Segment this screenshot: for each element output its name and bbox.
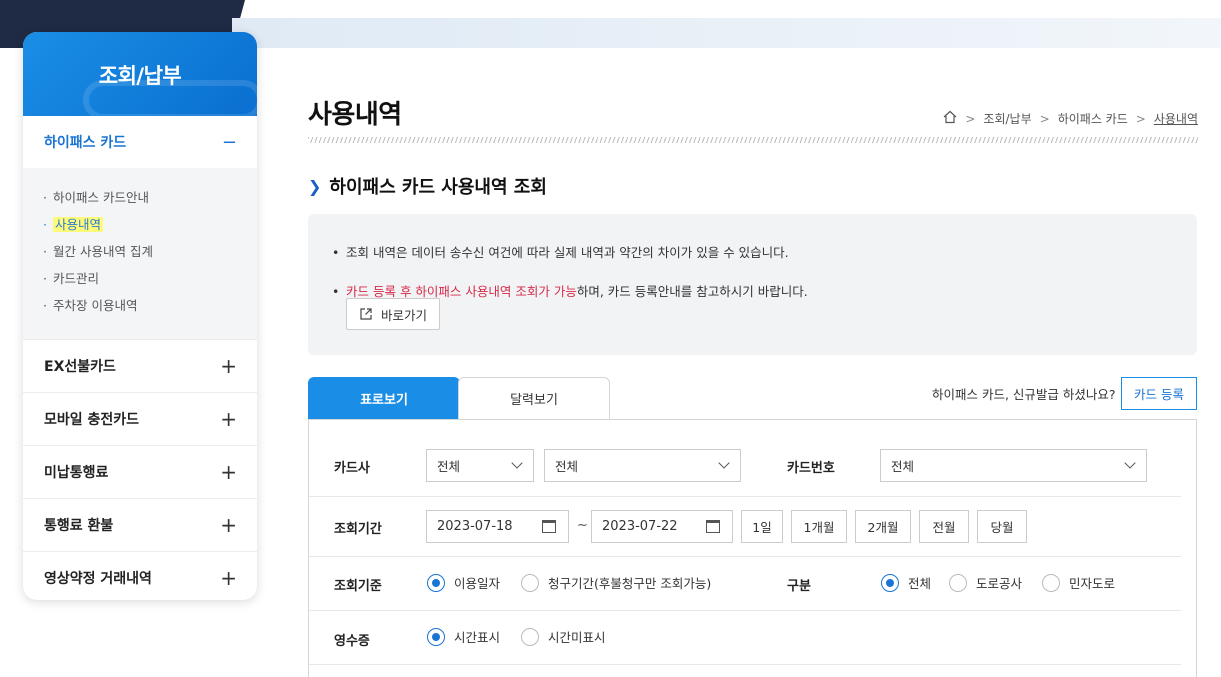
submenu-item-parking-history[interactable]: · 주차장 이용내역 bbox=[43, 292, 257, 319]
new-card-question: 하이패스 카드, 신규발급 하셨나요? bbox=[932, 387, 1116, 402]
end-date-input[interactable]: 2023-07-22 bbox=[591, 510, 733, 543]
submenu-item-monthly-summary[interactable]: · 월간 사용내역 집계 bbox=[43, 238, 257, 265]
expand-icon[interactable]: + bbox=[220, 407, 237, 431]
sidebar-item-label: 하이패스 카드 bbox=[44, 135, 127, 151]
collapse-icon[interactable]: − bbox=[222, 132, 237, 153]
sidebar-item-label: 영상약정 거래내역 bbox=[44, 571, 152, 587]
page-title: 사용내역 bbox=[308, 100, 402, 130]
submenu-item-usage-history[interactable]: · 사용내역 bbox=[43, 211, 257, 238]
radio-use-date[interactable]: 이용일자 bbox=[427, 573, 500, 592]
calendar-icon[interactable] bbox=[706, 520, 720, 533]
period-last-month-button[interactable]: 전월 bbox=[919, 510, 969, 543]
breadcrumb-item[interactable]: 조회/납부 bbox=[983, 110, 1031, 127]
sidebar-item-unpaid-toll[interactable]: 미납통행료 + bbox=[23, 445, 257, 498]
period-2month-button[interactable]: 2개월 bbox=[855, 510, 911, 543]
period-1day-button[interactable]: 1일 bbox=[741, 510, 783, 543]
section-title: 하이패스 카드 사용내역 조회 bbox=[329, 177, 547, 198]
sidebar-item-label: 미납통행료 bbox=[44, 465, 109, 481]
breadcrumb-current[interactable]: 사용내역 bbox=[1154, 110, 1198, 127]
tab-table-view[interactable]: 표로보기 bbox=[308, 377, 460, 419]
radio-unselected-icon bbox=[1042, 573, 1060, 592]
top-header-band bbox=[232, 18, 1221, 48]
period-this-month-button[interactable]: 당월 bbox=[977, 510, 1027, 543]
form-row-period: 조회기간 2023-07-18 ~ 2023-07-22 1일 1개월 2개월 … bbox=[309, 497, 1181, 557]
tab-calendar-view[interactable]: 달력보기 bbox=[458, 377, 610, 419]
card-company-select[interactable]: 전체 bbox=[426, 449, 534, 482]
card-number-label: 카드번호 bbox=[787, 461, 835, 476]
period-label: 조회기간 bbox=[334, 522, 382, 537]
sidebar-item-toll-refund[interactable]: 통행료 환불 + bbox=[23, 498, 257, 551]
sidebar-submenu: · 하이패스 카드안내 · 사용내역 · 월간 사용내역 집계 · 카드관리 · 주차장 … bbox=[23, 168, 257, 339]
calendar-icon[interactable] bbox=[542, 520, 556, 533]
radio-billing-period[interactable]: 청구기간(후불청구만 조회가능) bbox=[521, 573, 711, 592]
expand-icon[interactable]: + bbox=[220, 566, 237, 590]
notice-line-1: • 조회 내역은 데이터 송수신 여건에 따라 실제 내역과 약간의 차이가 있을… bbox=[332, 245, 789, 260]
home-icon[interactable] bbox=[943, 110, 957, 127]
breadcrumb: > 조회/납부 > 하이패스 카드 > 사용내역 bbox=[943, 110, 1198, 127]
chevron-right-icon: > bbox=[1135, 111, 1146, 126]
form-row-card: 카드사 전체 전체 카드번호 전체 bbox=[309, 420, 1181, 497]
breadcrumb-item[interactable]: 하이패스 카드 bbox=[1058, 110, 1128, 127]
basis-label: 조회기준 bbox=[334, 579, 382, 594]
chevron-right-icon: > bbox=[1039, 111, 1050, 126]
chevron-right-icon: ❯ bbox=[308, 176, 322, 196]
submenu-item-card-management[interactable]: · 카드관리 bbox=[43, 265, 257, 292]
goto-button[interactable]: 바로가기 bbox=[346, 298, 441, 330]
sidebar-item-label: EX선불카드 bbox=[44, 359, 116, 375]
radio-unselected-icon bbox=[521, 627, 539, 646]
card-type-select[interactable]: 전체 bbox=[544, 449, 741, 482]
form-row-receipt: 영수증 시간표시 시간미표시 bbox=[309, 611, 1181, 665]
expand-icon[interactable]: + bbox=[220, 513, 237, 537]
expand-icon[interactable]: + bbox=[220, 354, 237, 378]
sidebar-item-label: 모바일 충전카드 bbox=[44, 412, 140, 428]
notice-line-2: • 카드 등록 후 하이패스 사용내역 조회가 가능하며, 카드 등록안내를 참고… bbox=[332, 284, 808, 299]
section-heading: ❯ 하이패스 카드 사용내역 조회 bbox=[308, 173, 547, 199]
radio-selected-icon bbox=[427, 573, 445, 592]
sidebar-title: 조회/납부 bbox=[98, 64, 182, 88]
radio-show-time[interactable]: 시간표시 bbox=[427, 627, 500, 646]
radio-unselected-icon bbox=[949, 573, 967, 592]
sidebar-header: 조회/납부 bbox=[23, 32, 257, 120]
external-link-icon bbox=[359, 307, 373, 321]
chevron-down-icon bbox=[511, 457, 523, 469]
submenu-item-card-info[interactable]: · 하이패스 카드안내 bbox=[43, 184, 257, 211]
goto-button-label: 바로가기 bbox=[381, 307, 428, 323]
chevron-right-icon: > bbox=[965, 111, 976, 126]
card-register-button[interactable]: 카드 등록 bbox=[1121, 377, 1197, 410]
notice-box: • 조회 내역은 데이터 송수신 여건에 따라 실제 내역과 약간의 차이가 있을… bbox=[308, 214, 1197, 355]
sidebar-item-hipass-card[interactable]: 하이패스 카드 − bbox=[23, 116, 257, 168]
radio-selected-icon bbox=[427, 627, 445, 646]
radio-unselected-icon bbox=[521, 573, 539, 592]
card-company-label: 카드사 bbox=[334, 461, 370, 476]
start-date-input[interactable]: 2023-07-18 bbox=[426, 510, 569, 543]
division-label: 구분 bbox=[787, 579, 811, 594]
chevron-down-icon bbox=[718, 457, 730, 469]
sidebar-item-ex-prepaid[interactable]: EX선불카드 + bbox=[23, 339, 257, 392]
sidebar-item-video-agreement[interactable]: 영상약정 거래내역 + bbox=[23, 551, 257, 600]
title-divider bbox=[308, 137, 1198, 143]
expand-icon[interactable]: + bbox=[220, 460, 237, 484]
period-1month-button[interactable]: 1개월 bbox=[791, 510, 847, 543]
radio-selected-icon bbox=[881, 573, 899, 592]
date-range-separator: ~ bbox=[577, 518, 588, 533]
sidebar-item-label: 통행료 환불 bbox=[44, 518, 114, 534]
radio-division-all[interactable]: 전체 bbox=[881, 573, 931, 592]
receipt-label: 영수증 bbox=[334, 634, 370, 649]
form-row-basis: 조회기준 이용일자 청구기간(후불청구만 조회가능) 구분 전체 도로공사 민자… bbox=[309, 557, 1181, 611]
search-form: 카드사 전체 전체 카드번호 전체 조회기간 2023-07-18 ~ 2023… bbox=[308, 419, 1197, 677]
card-number-select[interactable]: 전체 bbox=[880, 449, 1147, 482]
radio-division-private[interactable]: 민자도로 bbox=[1042, 573, 1115, 592]
sidebar-item-mobile-charge[interactable]: 모바일 충전카드 + bbox=[23, 392, 257, 445]
radio-division-ex[interactable]: 도로공사 bbox=[949, 573, 1022, 592]
sidebar: 조회/납부 하이패스 카드 − · 하이패스 카드안내 · 사용내역 · 월간 사용내… bbox=[23, 32, 257, 600]
chevron-down-icon bbox=[1124, 457, 1136, 469]
radio-hide-time[interactable]: 시간미표시 bbox=[521, 627, 606, 646]
